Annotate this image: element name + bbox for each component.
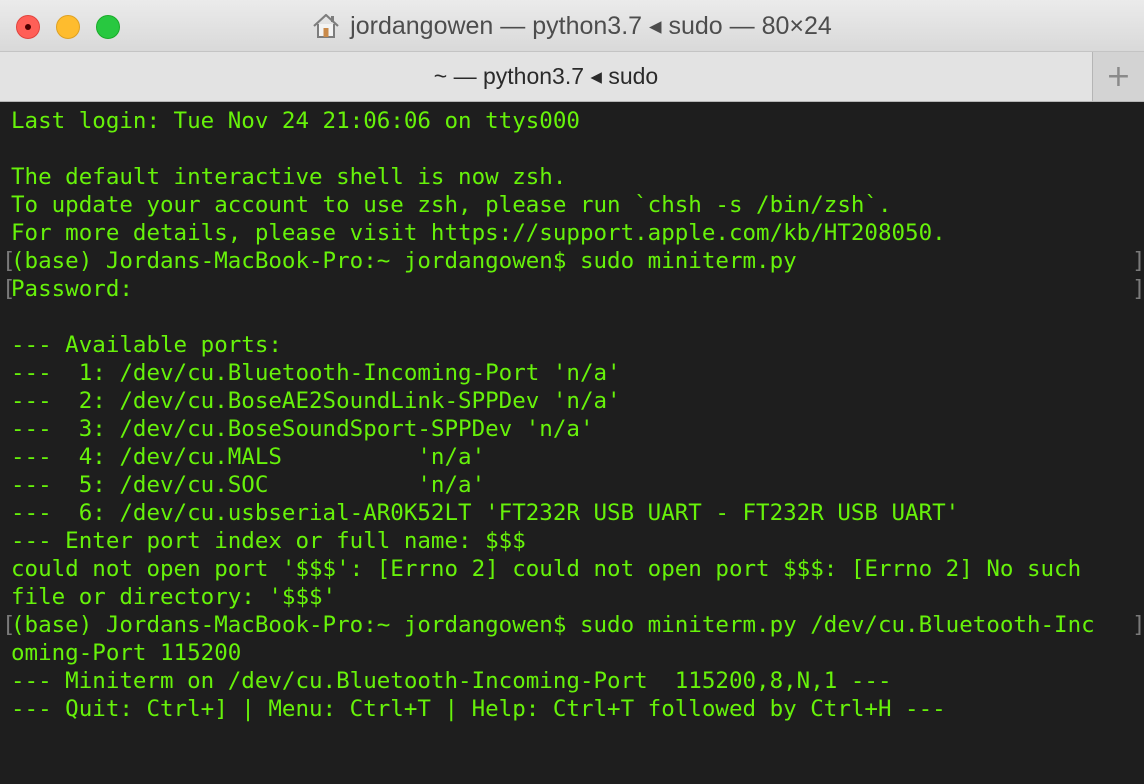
terminal-line-text: could not open port '$$$': [Errno 2] cou…	[11, 556, 1082, 582]
terminal-line: --- Miniterm on /dev/cu.Bluetooth-Incomi…	[11, 667, 1144, 695]
terminal-line: --- Enter port index or full name: $$$	[11, 527, 1144, 555]
terminal-line-text: Password:	[11, 276, 133, 302]
terminal-line-text: --- 4: /dev/cu.MALS 'n/a'	[11, 444, 486, 470]
terminal-line-text: --- 3: /dev/cu.BoseSoundSport-SPPDev 'n/…	[11, 416, 594, 442]
window-title-area: jordangowen — python3.7 ◂ sudo — 80×24	[0, 0, 1144, 52]
terminal-line-text: For more details, please visit https://s…	[11, 220, 946, 246]
terminal-line: --- Available ports:	[11, 331, 1144, 359]
terminal-line-text: --- 5: /dev/cu.SOC 'n/a'	[11, 472, 486, 498]
terminal-line: --- 4: /dev/cu.MALS 'n/a'	[11, 443, 1144, 471]
terminal-line: To update your account to use zsh, pleas…	[11, 191, 1144, 219]
terminal-output[interactable]: Last login: Tue Nov 24 21:06:06 on ttys0…	[0, 102, 1144, 784]
home-icon	[312, 13, 340, 39]
tab-bar: ~ — python3.7 ◂ sudo +	[0, 52, 1144, 102]
terminal-line-text: file or directory: '$$$'	[11, 584, 337, 610]
tab-active[interactable]: ~ — python3.7 ◂ sudo	[0, 52, 1092, 101]
terminal-line: --- Quit: Ctrl+] | Menu: Ctrl+T | Help: …	[11, 695, 1144, 723]
terminal-line-text: --- Quit: Ctrl+] | Menu: Ctrl+T | Help: …	[11, 696, 946, 722]
terminal-line-text: --- Enter port index or full name: $$$	[11, 528, 526, 554]
mark-bracket-left-icon: [	[2, 612, 16, 638]
terminal-line-text: --- 2: /dev/cu.BoseAE2SoundLink-SPPDev '…	[11, 388, 621, 414]
terminal-line: --- 5: /dev/cu.SOC 'n/a'	[11, 471, 1144, 499]
terminal-line: Last login: Tue Nov 24 21:06:06 on ttys0…	[11, 107, 1144, 135]
terminal-line: --- 2: /dev/cu.BoseAE2SoundLink-SPPDev '…	[11, 387, 1144, 415]
tab-label: ~ — python3.7 ◂ sudo	[433, 63, 659, 89]
terminal-line-text: oming-Port 115200	[11, 640, 242, 666]
terminal-line-text: --- Available ports:	[11, 332, 282, 358]
terminal-line: Password:[]	[2, 275, 1144, 303]
mark-bracket-right-icon: ]	[1132, 611, 1144, 639]
terminal-line-text: --- 1: /dev/cu.Bluetooth-Incoming-Port '…	[11, 360, 621, 386]
terminal-line-text: --- Miniterm on /dev/cu.Bluetooth-Incomi…	[11, 668, 892, 694]
terminal-line-text: To update your account to use zsh, pleas…	[11, 192, 892, 218]
terminal-line: (base) Jordans-MacBook-Pro:~ jordangowen…	[2, 611, 1144, 639]
terminal-line-text: (base) Jordans-MacBook-Pro:~ jordangowen…	[11, 248, 797, 274]
terminal-line: For more details, please visit https://s…	[11, 219, 1144, 247]
terminal-line: --- 6: /dev/cu.usbserial-AR0K52LT 'FT232…	[11, 499, 1144, 527]
terminal-line: (base) Jordans-MacBook-Pro:~ jordangowen…	[2, 247, 1144, 275]
terminal-line-text: Last login: Tue Nov 24 21:06:06 on ttys0…	[11, 108, 580, 134]
terminal-line-text: (base) Jordans-MacBook-Pro:~ jordangowen…	[11, 612, 1095, 638]
terminal-line: --- 1: /dev/cu.Bluetooth-Incoming-Port '…	[11, 359, 1144, 387]
mark-bracket-right-icon: ]	[1132, 275, 1144, 303]
terminal-window: jordangowen — python3.7 ◂ sudo — 80×24 ~…	[0, 0, 1144, 784]
terminal-line-text: The default interactive shell is now zsh…	[11, 164, 567, 190]
terminal-line-text: --- 6: /dev/cu.usbserial-AR0K52LT 'FT232…	[11, 500, 960, 526]
mark-bracket-right-icon: ]	[1132, 247, 1144, 275]
plus-icon: +	[1105, 59, 1132, 94]
mark-bracket-left-icon: [	[2, 276, 16, 302]
terminal-line: --- 3: /dev/cu.BoseSoundSport-SPPDev 'n/…	[11, 415, 1144, 443]
terminal-line: oming-Port 115200	[11, 639, 1144, 667]
mark-bracket-left-icon: [	[2, 248, 16, 274]
window-title: jordangowen — python3.7 ◂ sudo — 80×24	[350, 12, 832, 40]
terminal-line: could not open port '$$$': [Errno 2] cou…	[11, 555, 1144, 583]
terminal-line: file or directory: '$$$'	[11, 583, 1144, 611]
title-bar[interactable]: jordangowen — python3.7 ◂ sudo — 80×24	[0, 0, 1144, 52]
new-tab-button[interactable]: +	[1092, 52, 1144, 101]
terminal-line: The default interactive shell is now zsh…	[11, 163, 1144, 191]
